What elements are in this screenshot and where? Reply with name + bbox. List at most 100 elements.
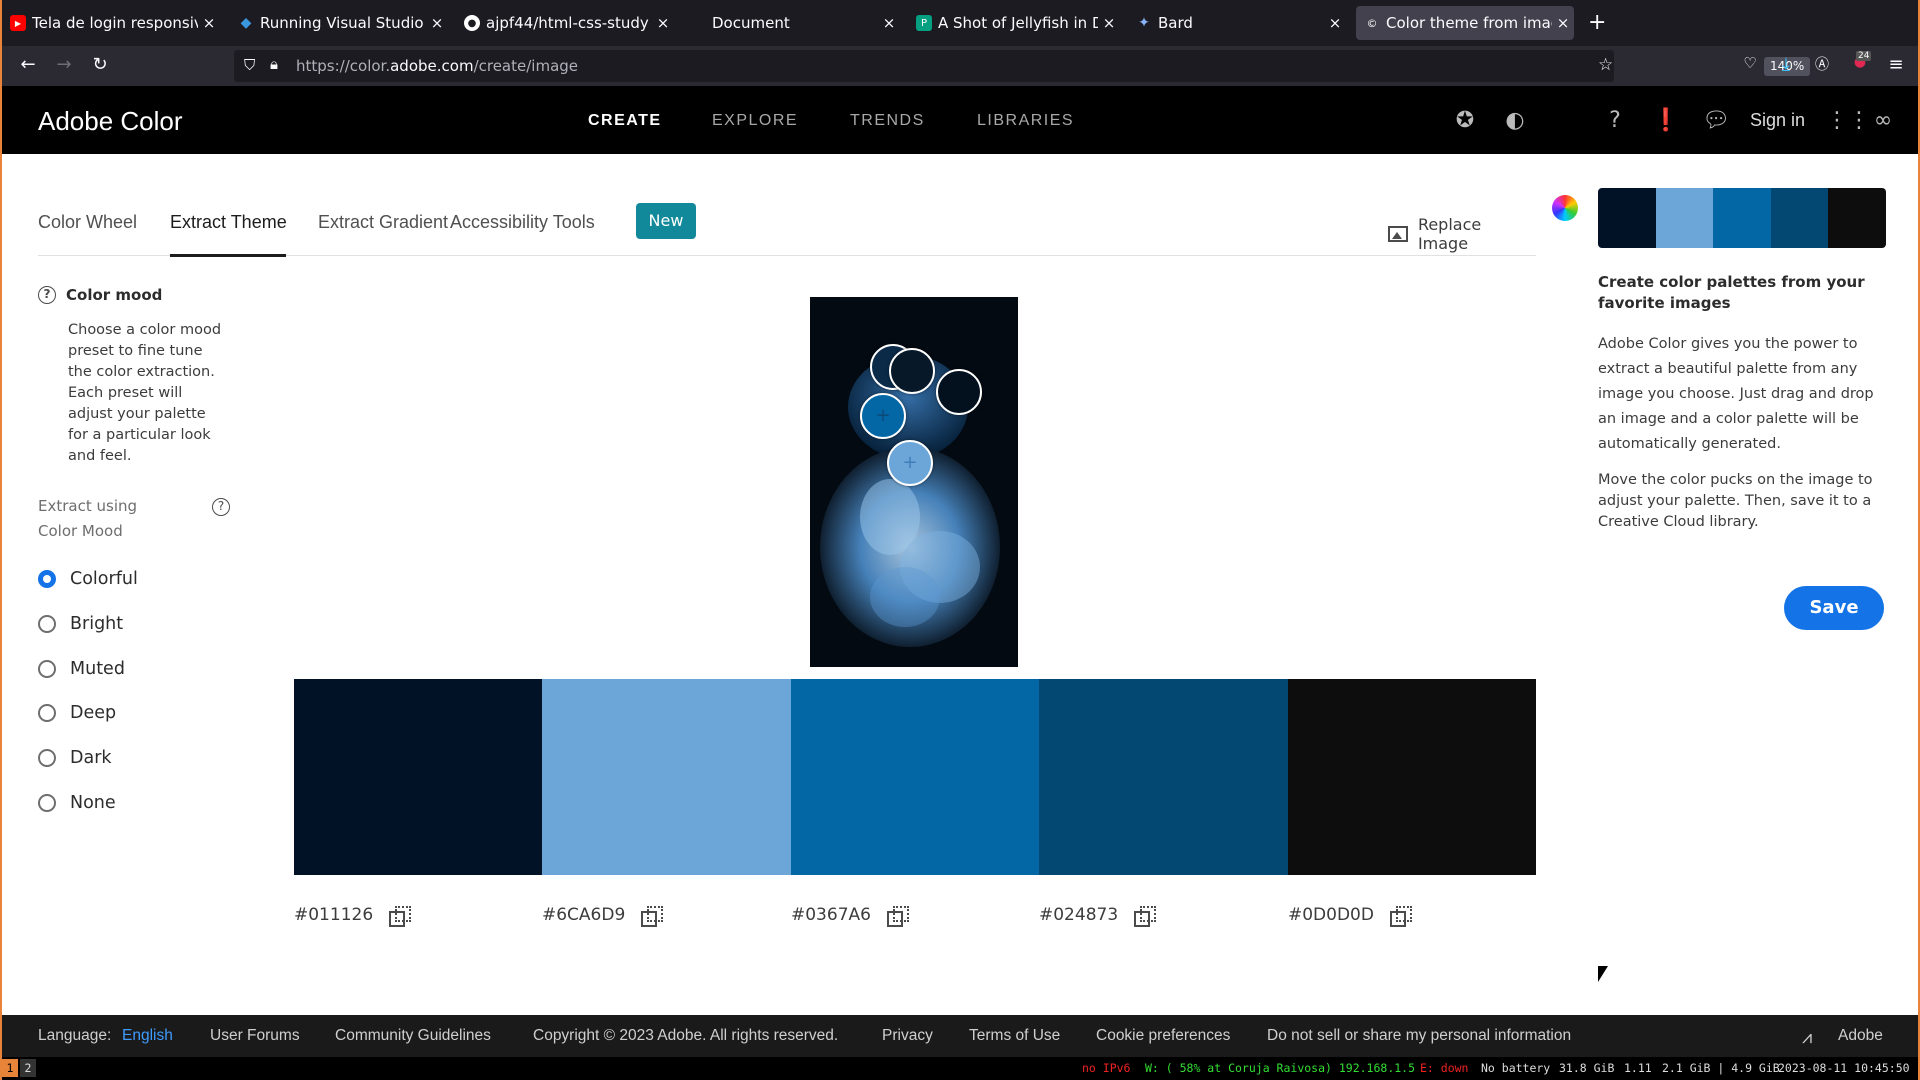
copy-icon[interactable] (641, 906, 664, 927)
close-icon[interactable]: × (1098, 14, 1120, 32)
copy-icon[interactable] (886, 906, 909, 927)
bookmark-star-icon[interactable]: ☆ (1598, 55, 1613, 75)
nav-create[interactable]: CREATE (588, 112, 662, 130)
color-puck[interactable] (889, 348, 935, 394)
color-puck[interactable] (936, 369, 982, 415)
replace-image-button[interactable]: Replace Image (1388, 215, 1536, 253)
mini-swatch (1713, 188, 1771, 248)
radio-icon[interactable] (38, 794, 56, 812)
account-icon[interactable]: Ⓐ (1810, 54, 1834, 74)
swatch[interactable] (294, 679, 543, 875)
star-badge-icon[interactable]: ✪ (1452, 108, 1478, 134)
footer-link[interactable]: Privacy (882, 1027, 933, 1045)
radio-icon[interactable] (38, 749, 56, 767)
swatch[interactable] (790, 679, 1040, 875)
hex-label: #0D0D0D (1288, 905, 1374, 925)
language-link[interactable]: English (122, 1027, 173, 1045)
workspace-2[interactable]: 2 (20, 1059, 36, 1077)
downloads-icon[interactable]: ⤓ (1774, 54, 1798, 75)
nav-explore[interactable]: EXPLORE (712, 112, 798, 130)
radio-none[interactable]: None (38, 793, 116, 813)
tab-accessibility-tools[interactable]: Accessibility Tools (450, 212, 595, 233)
shield-icon[interactable]: ⛉ (244, 56, 255, 74)
radio-bright[interactable]: Bright (38, 614, 123, 634)
footer-link[interactable]: Cookie preferences (1096, 1027, 1230, 1045)
help-circle-icon[interactable]: ? (212, 498, 230, 516)
save-button[interactable]: Save (1784, 586, 1884, 630)
browser-nav-bar: ← → ↻ ⛉ 🔒︎ https://color.adobe.com/creat… (2, 46, 1918, 86)
radio-dark[interactable]: Dark (38, 748, 112, 768)
help-circle-icon[interactable]: ? (38, 286, 56, 304)
radio-icon[interactable] (38, 704, 56, 722)
footer-link[interactable]: Do not sell or share my personal informa… (1267, 1027, 1571, 1045)
close-icon[interactable]: × (652, 14, 674, 32)
radio-label: Muted (70, 659, 125, 679)
color-wheel-icon[interactable] (1552, 195, 1578, 221)
menu-icon[interactable]: ≡ (1884, 54, 1908, 75)
ipv6-status: no IPv6 (1082, 1061, 1131, 1075)
browser-tab[interactable]: ● ajpf44/html-css-study × (456, 6, 674, 40)
help-icon[interactable]: ? (1602, 108, 1628, 134)
browser-tab[interactable]: ▶ Tela de login responsiva × (2, 6, 220, 40)
swatch[interactable] (542, 679, 791, 875)
creative-cloud-icon[interactable]: ∞ (1870, 108, 1896, 134)
sign-in-link[interactable]: Sign in (1750, 110, 1805, 131)
radio-icon[interactable] (38, 660, 56, 678)
browser-tab[interactable]: P A Shot of Jellyfish in Dark × (908, 6, 1120, 40)
close-icon[interactable]: × (1552, 14, 1574, 32)
workspace-1[interactable]: 1 (2, 1059, 18, 1077)
new-tab-button[interactable]: + (1588, 10, 1606, 35)
url-text[interactable]: https://color.adobe.com/create/image (296, 57, 578, 75)
reload-icon[interactable]: ↻ (88, 54, 112, 75)
youtube-icon: ▶ (10, 15, 26, 31)
contrast-icon[interactable]: ◐ (1502, 108, 1528, 134)
browser-tab[interactable]: ◆ Running Visual Studio Co × (230, 6, 448, 40)
radio-muted[interactable]: Muted (38, 659, 125, 679)
nav-libraries[interactable]: LIBRARIES (977, 112, 1074, 130)
copy-icon[interactable] (389, 906, 412, 927)
footer-link[interactable]: Terms of Use (969, 1027, 1060, 1045)
color-puck[interactable]: + (860, 393, 906, 439)
source-image[interactable]: + + (810, 297, 1018, 667)
radio-icon[interactable] (38, 615, 56, 633)
tab-extract-theme[interactable]: Extract Theme (170, 212, 287, 233)
copy-icon[interactable] (1134, 906, 1157, 927)
forward-icon[interactable]: → (52, 54, 76, 75)
wifi-status: W: ( 58% at Coruja Raivosa) 192.168.1.5 (1145, 1061, 1416, 1075)
memory-status: 2.1 GiB | 4.9 GiB (1662, 1061, 1780, 1075)
pocket-icon[interactable]: ♡ (1738, 54, 1762, 72)
footer-link[interactable]: Community Guidelines (335, 1027, 491, 1045)
hex-value: #0D0D0D (1288, 905, 1412, 927)
close-icon[interactable]: × (1324, 14, 1346, 32)
swatch[interactable] (1039, 679, 1288, 875)
load-status: 1.11 (1624, 1061, 1652, 1075)
radio-deep[interactable]: Deep (38, 703, 116, 723)
nav-trends[interactable]: TRENDS (850, 112, 925, 130)
lock-icon[interactable]: 🔒︎ (270, 55, 278, 73)
adobe-brand-text[interactable]: Adobe (1838, 1027, 1883, 1045)
adobe-logo-icon[interactable]: ⩘ (1802, 1027, 1812, 1048)
radio-colorful[interactable]: Colorful (38, 569, 138, 589)
mini-palette (1598, 188, 1886, 248)
back-icon[interactable]: ← (16, 54, 40, 75)
close-icon[interactable]: × (198, 14, 220, 32)
tab-extract-gradient[interactable]: Extract Gradient (318, 212, 448, 233)
chat-icon[interactable]: 💬︎ (1702, 108, 1730, 134)
close-icon[interactable]: × (878, 14, 900, 32)
feedback-alert-icon[interactable]: ❗ (1652, 108, 1679, 134)
copy-icon[interactable] (1389, 906, 1412, 927)
swatch[interactable] (1287, 679, 1537, 875)
close-icon[interactable]: × (426, 14, 448, 32)
url-bar[interactable]: ⛉ 🔒︎ https://color.adobe.com/create/imag… (234, 50, 1811, 82)
footer-link[interactable]: User Forums (210, 1027, 300, 1045)
color-puck[interactable]: + (887, 440, 933, 486)
radio-selected-icon[interactable] (38, 570, 56, 588)
browser-tab-active[interactable]: © Color theme from image × (1356, 6, 1574, 40)
mini-swatch (1770, 188, 1829, 248)
tab-color-wheel[interactable]: Color Wheel (38, 212, 137, 233)
browser-tab[interactable]: Document × (682, 6, 900, 40)
browser-tab[interactable]: ✦ Bard × (1128, 6, 1346, 40)
apps-grid-icon[interactable]: ⋮⋮ (1826, 108, 1870, 134)
mouse-cursor (1598, 966, 1608, 982)
site-logo[interactable]: Adobe Color (38, 106, 183, 137)
